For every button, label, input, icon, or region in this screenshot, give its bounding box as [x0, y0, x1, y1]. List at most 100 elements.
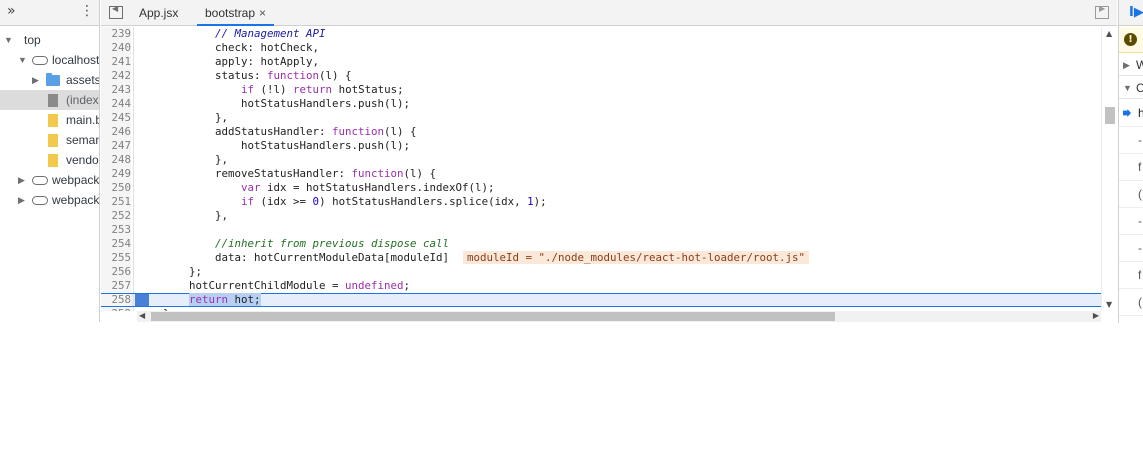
tree-item[interactable]: ▶ webpack:	[0, 190, 100, 210]
tab-bootstrap[interactable]: bootstrap ×	[197, 0, 275, 26]
code-line[interactable]: 245 },	[101, 111, 1101, 125]
line-number[interactable]: 241	[101, 55, 131, 69]
code-line[interactable]: 249 removeStatusHandler: function(l) {	[101, 167, 1101, 181]
code-line[interactable]: 246 addStatusHandler: function(l) {	[101, 125, 1101, 139]
section-label: C	[1136, 77, 1143, 99]
line-number[interactable]: 251	[101, 195, 131, 209]
watch-section-header[interactable]: ▶ W	[1119, 54, 1143, 76]
code-line[interactable]: 257 hotCurrentChildModule = undefined;	[101, 279, 1101, 293]
scroll-up-icon[interactable]: ▲	[1106, 29, 1112, 38]
expand-triangle-icon[interactable]: ▶	[18, 190, 25, 210]
code-text: var idx = hotStatusHandlers.indexOf(l);	[241, 181, 495, 194]
line-number[interactable]: 243	[101, 83, 131, 97]
code-line[interactable]: 248 },	[101, 153, 1101, 167]
line-number[interactable]: 245	[101, 111, 131, 125]
code-line[interactable]: 241 apply: hotApply,	[101, 55, 1101, 69]
call-frame[interactable]: -	[1119, 235, 1143, 262]
line-number[interactable]: 242	[101, 69, 131, 83]
line-number[interactable]: 240	[101, 41, 131, 55]
line-number[interactable]: 247	[101, 139, 131, 153]
current-frame-arrow-icon	[1123, 109, 1131, 117]
vertical-scrollbar[interactable]: ▲ ▼	[1101, 27, 1117, 311]
scroll-left-icon[interactable]: ◀	[139, 311, 145, 320]
paused-banner: !	[1119, 27, 1143, 53]
resume-icon[interactable]: I▶	[1129, 5, 1143, 20]
call-frame[interactable]: (	[1119, 181, 1143, 208]
call-frame[interactable]: -	[1119, 316, 1143, 323]
tree-item[interactable]: main.bu	[0, 110, 99, 130]
gutter-divider	[133, 97, 134, 111]
collapse-triangle-icon: ▼	[1123, 83, 1132, 93]
line-number[interactable]: 244	[101, 97, 131, 111]
tree-item-label: webpack:	[52, 193, 100, 207]
line-number[interactable]: 239	[101, 27, 131, 41]
tree-item[interactable]: ▼ localhost:	[0, 50, 99, 70]
line-number[interactable]: 256	[101, 265, 131, 279]
scroll-right-icon[interactable]: ▶	[1093, 311, 1099, 320]
tree-item[interactable]: ▼ top	[0, 30, 99, 50]
inline-variable-value: moduleId = "./node_modules/react-hot-loa…	[463, 251, 810, 264]
call-frame-label: f	[1138, 268, 1142, 282]
line-number[interactable]: 252	[101, 209, 131, 223]
horizontal-scrollbar[interactable]: ◀ ▶	[137, 311, 1101, 322]
line-number[interactable]: 249	[101, 167, 131, 181]
code-line[interactable]: 247 hotStatusHandlers.push(l);	[101, 139, 1101, 153]
code-line[interactable]: 253	[101, 223, 1101, 237]
call-frame[interactable]: f	[1119, 154, 1143, 181]
toggle-navigator-icon[interactable]	[109, 4, 123, 19]
code-line[interactable]: 252 },	[101, 209, 1101, 223]
expand-triangle-icon[interactable]: ▶	[32, 70, 39, 90]
collapse-triangle-icon[interactable]: ▼	[4, 30, 13, 50]
collapse-triangle-icon[interactable]: ▼	[18, 50, 27, 70]
tree-item[interactable]: ▶ assets	[0, 70, 100, 90]
gutter-divider	[133, 153, 134, 167]
gutter-divider	[133, 41, 134, 55]
code-line[interactable]: 255 data: hotCurrentModuleData[moduleId]…	[101, 251, 1101, 265]
line-number[interactable]: 254	[101, 237, 131, 251]
call-frame[interactable]: h	[1119, 100, 1143, 127]
code-line[interactable]: 254 //inherit from previous dispose call	[101, 237, 1101, 251]
gutter-divider	[133, 237, 134, 251]
call-frame[interactable]: -	[1119, 208, 1143, 235]
line-number[interactable]: 253	[101, 223, 131, 237]
code-line[interactable]: 239 // Management API	[101, 27, 1101, 41]
line-number[interactable]: 259	[101, 307, 131, 311]
line-number[interactable]: 258	[101, 294, 131, 306]
code-line[interactable]: 242 status: function(l) {	[101, 69, 1101, 83]
line-number[interactable]: 255	[101, 251, 131, 265]
code-line[interactable]: 256 };	[101, 265, 1101, 279]
tree-item-label: assets	[66, 73, 100, 87]
code-line[interactable]: 240 check: hotCheck,	[101, 41, 1101, 55]
code-line[interactable]: 244 hotStatusHandlers.push(l);	[101, 97, 1101, 111]
kebab-menu-icon[interactable]: ⋮	[80, 3, 94, 19]
toggle-debugger-icon[interactable]	[1095, 4, 1109, 19]
line-number[interactable]: 250	[101, 181, 131, 195]
vertical-scroll-thumb[interactable]	[1105, 107, 1115, 124]
call-frame[interactable]: -	[1119, 127, 1143, 154]
scroll-down-icon[interactable]: ▼	[1106, 300, 1112, 309]
tree-item[interactable]: (index)	[0, 90, 99, 110]
navigator-toolbar: » ⋮	[0, 0, 99, 26]
call-frame[interactable]: (	[1119, 289, 1143, 316]
call-stack-section-header[interactable]: ▼ C	[1119, 77, 1143, 99]
code-area[interactable]: 239 // Management API 240 check: hotCheck…	[101, 27, 1101, 311]
current-execution-line[interactable]: 258 return hot;	[101, 293, 1101, 307]
tree-item[interactable]: ▶ webpack-	[0, 170, 100, 190]
expand-triangle-icon[interactable]: ▶	[18, 170, 25, 190]
call-frame[interactable]: f	[1119, 262, 1143, 289]
tree-item[interactable]: semant	[0, 130, 99, 150]
code-line[interactable]: 250 var idx = hotStatusHandlers.indexOf(…	[101, 181, 1101, 195]
close-icon[interactable]: ×	[259, 6, 266, 20]
tab-label: App.jsx	[139, 6, 179, 20]
tab-app-jsx[interactable]: App.jsx	[131, 0, 186, 26]
line-number[interactable]: 248	[101, 153, 131, 167]
more-tabs-icon[interactable]: »	[7, 3, 16, 19]
line-number[interactable]: 257	[101, 279, 131, 293]
code-line[interactable]: 251 if (idx >= 0) hotStatusHandlers.spli…	[101, 195, 1101, 209]
line-number[interactable]: 246	[101, 125, 131, 139]
horizontal-scroll-thumb[interactable]	[151, 312, 835, 321]
tree-item[interactable]: vendor	[0, 150, 99, 170]
tree-item-label: webpack-	[52, 173, 100, 187]
code-line[interactable]: 243 if (!l) return hotStatus;	[101, 83, 1101, 97]
call-frame-label: -	[1138, 316, 1142, 323]
